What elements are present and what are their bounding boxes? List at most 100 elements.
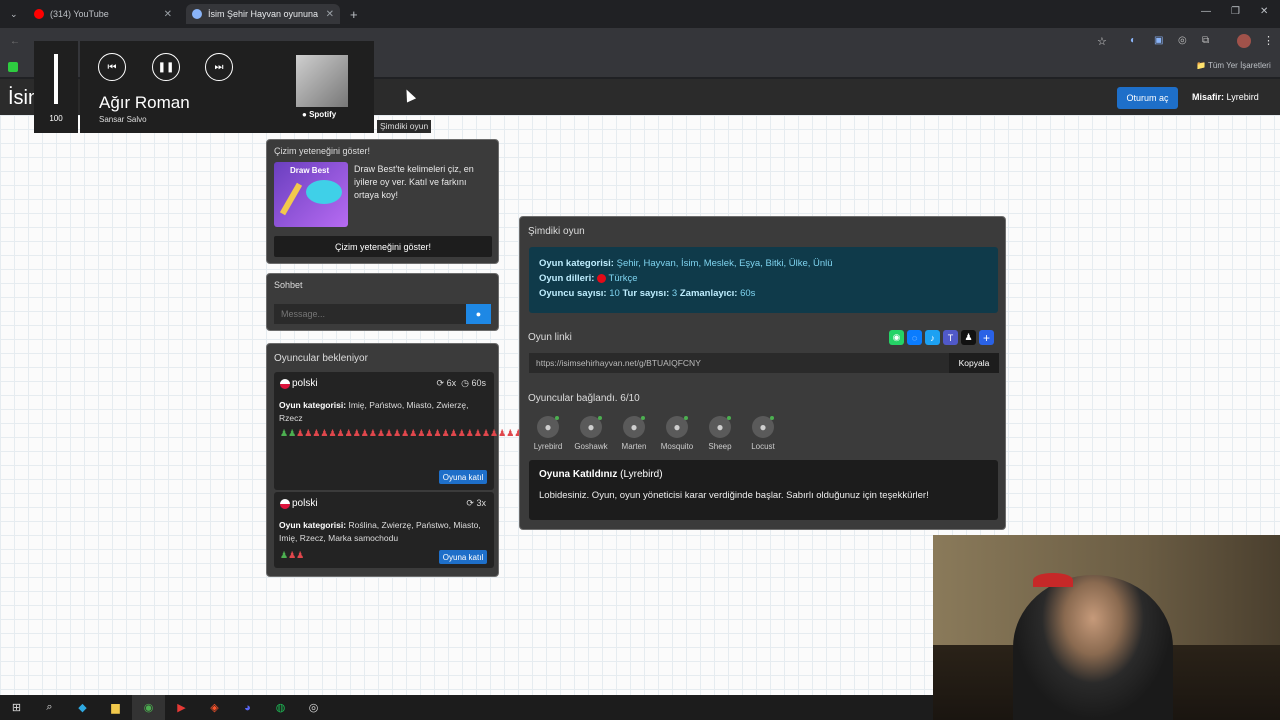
- browser-tab-strip: ⌄ (314) YouTube ✕ İsim Şehir Hayvan oyun…: [0, 0, 1280, 28]
- whatsapp-icon[interactable]: ◉: [889, 330, 904, 345]
- user-avatar-icon: ●: [752, 416, 774, 438]
- song-artist: Sansar Salvo: [99, 115, 147, 124]
- seat-empty-icon: ♟: [441, 428, 450, 438]
- tab-list-button[interactable]: ⌄: [4, 4, 18, 24]
- obs-icon[interactable]: ◎: [297, 695, 330, 720]
- close-icon[interactable]: ✕: [326, 9, 334, 20]
- all-bookmarks-label: Tüm Yer İşaretleri: [1208, 61, 1271, 70]
- bookmark-icon[interactable]: [8, 62, 18, 72]
- user-avatar-icon: ●: [709, 416, 731, 438]
- paint-splash-icon: [306, 180, 342, 204]
- brave-icon[interactable]: ◈: [198, 695, 231, 720]
- player-item: ● Lyrebird: [528, 416, 568, 451]
- player-name: Mosquito: [660, 442, 694, 451]
- lobby-item: polski ⟳ 3x Oyun kategorisi: Roślina, Zw…: [274, 492, 494, 568]
- rounds-value: 3: [671, 288, 678, 299]
- seat-empty-icon: ♟: [376, 428, 386, 438]
- taskbar: ⊞ ⌕ ◆ ▆ ◉ ▶ ◈ ◕ ◍ ◎: [0, 695, 933, 720]
- volume-value: 100: [49, 114, 63, 123]
- player-name: Goshawk: [574, 442, 608, 451]
- current-game-card: Şimdiki oyun Oyun kategorisi: Şehir, Hay…: [519, 216, 1006, 530]
- extension-icon[interactable]: ◎: [1178, 35, 1187, 46]
- previous-track-icon[interactable]: ⏮: [98, 53, 126, 81]
- draw-best-image[interactable]: Draw Best: [274, 162, 348, 227]
- new-tab-button[interactable]: +: [344, 4, 364, 24]
- menu-icon[interactable]: ⋮: [1263, 34, 1274, 47]
- album-art: [296, 55, 348, 107]
- lobby-language: polski: [292, 378, 318, 389]
- more-share-icon[interactable]: +: [979, 330, 994, 345]
- rounds-label: Tur sayısı:: [622, 288, 670, 299]
- user-avatar-icon: ●: [537, 416, 559, 438]
- waiting-lobbies-card: Oyuncular bekleniyor polski ⟳ 6x ◷ 60s O…: [266, 343, 603, 577]
- volume-flyout: 100: [34, 41, 78, 133]
- discord-icon[interactable]: ◕: [231, 695, 264, 720]
- close-window-icon[interactable]: ✕: [1260, 6, 1268, 17]
- seat-empty-icon: ♟: [352, 428, 361, 438]
- player-item: ● Mosquito: [657, 416, 697, 451]
- seat-empty-icon: ♟: [457, 428, 466, 438]
- spotify-label: ● Spotify: [302, 110, 336, 119]
- seat-empty-icon: ♟: [465, 428, 474, 438]
- login-button[interactable]: Oturum aç: [1117, 87, 1178, 109]
- join-lobby-button[interactable]: Oyuna katıl: [439, 470, 487, 484]
- seat-empty-icon: ♟: [481, 428, 491, 438]
- category-list: Şehir, Hayvan, İsim, Meslek, Eşya, Bitki…: [616, 258, 833, 269]
- joined-title: Oyuna Katıldınız (Lyrebird): [539, 469, 988, 480]
- messenger-icon[interactable]: ◌: [907, 330, 922, 345]
- player-name: Locust: [751, 442, 775, 451]
- waiting-title: Oyuncular bekleniyor: [274, 353, 368, 364]
- youtube-icon: [34, 9, 44, 19]
- game-link-url: https://isimsehirhayvan.net/g/BTUAIQFCNY: [536, 358, 701, 368]
- twitter-icon[interactable]: ♪: [925, 330, 940, 345]
- search-icon[interactable]: ⌕: [33, 695, 66, 720]
- song-title: Ağır Roman: [99, 93, 190, 112]
- maximize-icon[interactable]: ❐: [1231, 6, 1240, 17]
- game-link-field[interactable]: https://isimsehirhayvan.net/g/BTUAIQFCNY…: [529, 353, 999, 373]
- extension-icon[interactable]: ◐: [1130, 35, 1136, 46]
- draw-button[interactable]: Çizim yeteneğini göster!: [274, 236, 492, 257]
- seat-empty-icon: ♟: [296, 550, 305, 560]
- join-lobby-button[interactable]: Oyuna katıl: [439, 550, 487, 564]
- extension-icon[interactable]: ▣: [1154, 35, 1163, 46]
- joined-message-box: Oyuna Katıldınız (Lyrebird) Lobidesiniz.…: [529, 460, 998, 520]
- all-bookmarks[interactable]: 📁 Tüm Yer İşaretleri: [1196, 61, 1271, 70]
- spotify-icon[interactable]: ◍: [264, 695, 297, 720]
- windows-start-icon[interactable]: ⊞: [0, 695, 33, 720]
- pause-icon[interactable]: ❚❚: [152, 53, 180, 81]
- game-link-label: Oyun linki: [528, 332, 572, 343]
- tab-title: (314) YouTube: [50, 9, 109, 19]
- lobby-rounds: 3x: [476, 498, 486, 508]
- guest-info: Misafir: Lyrebird: [1192, 92, 1259, 102]
- media-player-icon[interactable]: ▶: [165, 695, 198, 720]
- chat-message-input[interactable]: [274, 304, 466, 324]
- app-icon[interactable]: ◆: [66, 695, 99, 720]
- tab-isim-sehir-hayvan[interactable]: İsim Şehir Hayvan oyununa katı ✕: [186, 4, 340, 24]
- seat-empty-icon: ♟: [360, 428, 369, 438]
- volume-slider[interactable]: [54, 54, 58, 104]
- folder-icon[interactable]: ▆: [99, 695, 132, 720]
- bookmark-star-icon[interactable]: ☆: [1097, 35, 1107, 48]
- snapchat-icon[interactable]: ♟: [961, 330, 976, 345]
- category-label: Oyun kategorisi:: [539, 258, 614, 269]
- draw-card-title: Çizim yeteneğini göster!: [274, 146, 371, 156]
- back-icon[interactable]: ←: [10, 36, 20, 47]
- seat-filled-icon: ♟: [288, 428, 297, 438]
- teams-icon[interactable]: T: [943, 330, 958, 345]
- minimize-icon[interactable]: —: [1201, 6, 1211, 17]
- chrome-icon[interactable]: ◉: [132, 695, 165, 720]
- copy-link-button[interactable]: Kopyala: [949, 353, 999, 373]
- close-icon[interactable]: ✕: [164, 9, 172, 20]
- puzzle-icon[interactable]: ⧉: [1202, 35, 1209, 46]
- pencil-icon: [279, 182, 303, 216]
- next-track-icon[interactable]: ⏭: [205, 53, 233, 81]
- seat-empty-icon: ♟: [385, 428, 394, 438]
- online-indicator: [684, 416, 688, 420]
- tab-youtube[interactable]: (314) YouTube ✕: [28, 4, 178, 24]
- send-message-button[interactable]: ●: [466, 304, 491, 324]
- profile-avatar[interactable]: [1237, 34, 1251, 48]
- chat-card: Sohbet ●: [266, 273, 499, 331]
- chat-bubble-icon: ●: [475, 309, 482, 319]
- lobby-timer: 60s: [471, 378, 486, 388]
- media-overlay: 100 ⏮ ❚❚ ⏭ Ağır Roman Sansar Salvo ● Spo…: [34, 41, 374, 133]
